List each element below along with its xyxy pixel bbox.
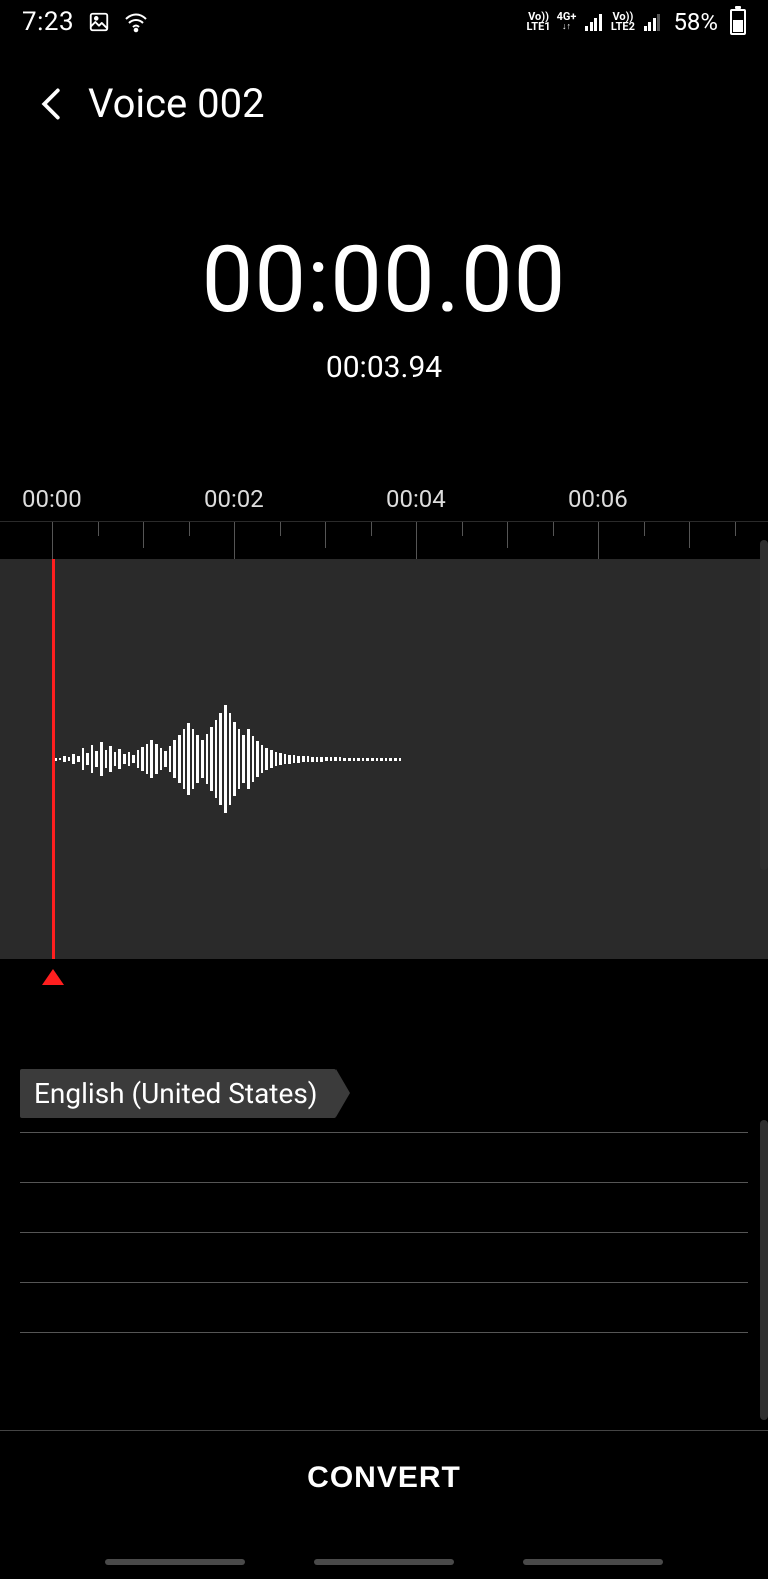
timer-block: 00:00.00 00:03.94 [0,227,768,385]
timeline-labels: 00:00 00:02 00:04 00:06 [0,485,768,521]
wifi-icon [124,11,148,33]
timer-total: 00:03.94 [0,350,768,385]
playhead-handle-icon[interactable] [42,969,64,985]
transcript-line [20,1132,748,1182]
battery-percent: 58% [673,8,718,36]
convert-button[interactable]: CONVERT [0,1431,768,1525]
battery-icon [730,9,746,35]
signal-2-icon [644,13,661,31]
playhead[interactable] [52,559,55,959]
back-icon[interactable] [40,87,62,121]
nav-home-icon[interactable] [314,1559,454,1565]
signal-1-icon [585,13,602,31]
time-label: 00:06 [568,485,750,513]
scroll-indicator [760,540,768,870]
app-header: Voice 002 [0,44,768,137]
transcript-line [20,1182,748,1232]
page-title: Voice 002 [88,80,265,127]
transcript-area: English (United States) [0,973,768,1382]
timer-current: 00:00.00 [0,227,768,334]
network-type: 4G+↓↑ [557,12,577,32]
scroll-indicator [760,1120,768,1420]
nav-recents-icon[interactable] [105,1559,245,1565]
volte2-icon: Vo))LTE2 [611,12,635,32]
time-label: 00:04 [386,485,568,513]
status-bar: 7:23 Vo))LTE1 4G+↓↑ Vo))LTE2 [0,0,768,44]
transcript-line [20,1282,748,1332]
clock: 7:23 [22,7,74,37]
nav-bar [0,1559,768,1565]
nav-back-icon[interactable] [523,1559,663,1565]
waveform [54,705,401,813]
transcript-line [20,1332,748,1382]
transcript-line [20,1232,748,1282]
timeline-ruler [0,521,768,559]
time-label: 00:02 [204,485,386,513]
language-chip[interactable]: English (United States) [20,1069,336,1118]
waveform-area[interactable] [0,559,768,959]
volte1-icon: Vo))LTE1 [527,12,551,32]
transcript-lines [20,1132,748,1382]
picture-icon [88,11,110,33]
time-label: 00:00 [0,485,204,513]
